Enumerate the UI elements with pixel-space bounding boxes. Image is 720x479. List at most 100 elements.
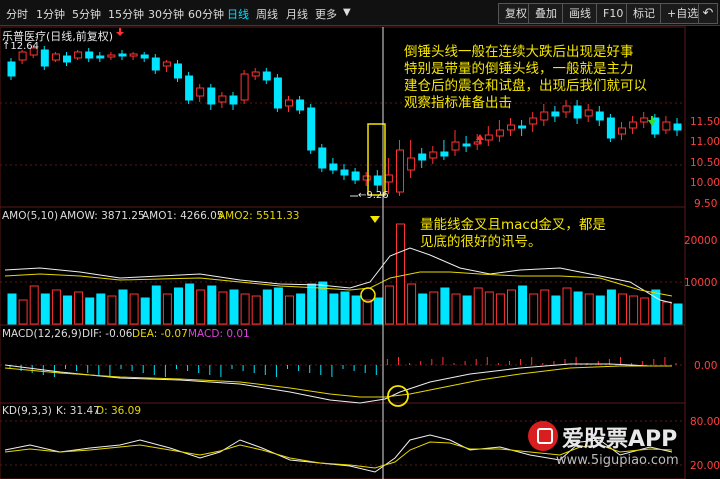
annotation-line: 特别是带量的倒锤头线，一般就是主力 (404, 61, 634, 77)
candle-body (140, 54, 149, 59)
annotation-line: 倒锤头线一般在连续大跌后出现是好事 (404, 44, 634, 60)
price-tick: 10.00 (690, 177, 720, 189)
candle-body (251, 71, 260, 77)
volume-bar (362, 299, 372, 325)
volume-bar (618, 293, 627, 325)
volume-bar (229, 289, 239, 325)
kd-title: KD(9,3,3) (2, 405, 52, 417)
volume-bar (440, 287, 450, 325)
candle-body (7, 61, 16, 77)
volume-bar (384, 285, 394, 325)
volume-bar (551, 295, 561, 325)
kd-tick: 80.00 (690, 416, 720, 428)
brand-logo-mark (537, 428, 553, 444)
dif-value: DIF: -0.06 (82, 328, 133, 340)
candle-body (229, 95, 238, 105)
volume-bar (85, 297, 95, 325)
volume-annotation: 量能线金叉且macd金叉，都是 见底的很好的讯号。 (420, 217, 606, 251)
candle-body (262, 71, 271, 81)
volume-bar (473, 287, 483, 325)
candle-body (551, 111, 560, 117)
macd-tick: 0.00 (694, 360, 717, 372)
amo-tick: 10000 (684, 277, 717, 289)
price-tick: 11.00 (690, 136, 720, 148)
volume-bar (240, 293, 250, 325)
macd-title: MACD(12,26,9) (2, 328, 82, 340)
volume-bar (562, 287, 572, 325)
dea-line (4, 365, 672, 398)
volume-bar (251, 295, 261, 325)
candle-body (273, 77, 282, 109)
candle-body (351, 171, 360, 181)
candle-body (618, 127, 626, 135)
candle-body (518, 125, 527, 129)
candle-body (595, 111, 604, 121)
volume-bar (151, 285, 161, 325)
candle-body (418, 153, 427, 161)
volume-bar (529, 293, 539, 325)
candle-body (529, 117, 538, 125)
candle-body (462, 143, 471, 147)
candle-body (407, 157, 416, 171)
volume-bar (207, 285, 217, 325)
volume-bar (606, 289, 616, 325)
macd-value: MACD: 0.01 (188, 328, 250, 340)
marker-down-icon (370, 216, 380, 223)
volume-bar (29, 285, 39, 325)
candle-body (240, 73, 249, 101)
candle-body (540, 111, 549, 121)
volume-bar (418, 293, 428, 325)
candle-body (151, 57, 160, 71)
candle-body (340, 169, 349, 176)
amo-title: AMO(5,10) (2, 210, 59, 222)
volume-bar (174, 287, 183, 325)
volume-bar (140, 297, 150, 325)
annotation-line: 建仓后的震仓和试盘，出现后我们就可以 (404, 78, 647, 94)
volume-bar (573, 291, 583, 325)
candle-body (40, 49, 49, 67)
volume-bar (7, 293, 17, 325)
volume-bar (540, 289, 550, 325)
candle-body (640, 117, 649, 123)
volume-bar (484, 291, 494, 325)
volume-bar (96, 293, 106, 325)
candle-body (74, 51, 83, 59)
amo-tick: 20000 (684, 235, 717, 247)
candle-body (96, 55, 105, 59)
candle-body (396, 149, 404, 193)
amo2-value: AMO2: 5511.33 (218, 210, 300, 222)
candle-body (296, 99, 305, 111)
volume-bar (329, 293, 339, 325)
candle-body (18, 51, 27, 61)
candle-body (662, 121, 671, 131)
candle-body (362, 175, 371, 181)
watermark-url: www.5igupiao.com (556, 453, 679, 468)
volume-bar (129, 293, 139, 325)
volume-bar (451, 293, 461, 325)
candle-body (85, 51, 94, 59)
dif-line (4, 363, 672, 404)
candle-body (495, 129, 504, 137)
volume-bar (296, 293, 306, 325)
hammer-annotation: 倒锤头线一般在连续大跌后出现是好事 特别是带量的倒锤头线，一般就是主力 建仓后的… (404, 44, 647, 112)
annotation-line: 量能线金叉且macd金叉，都是 (420, 217, 606, 233)
volume-bar (63, 295, 72, 325)
volume-bar (74, 291, 84, 325)
candle-body (51, 53, 60, 61)
candle-body (384, 174, 393, 183)
volume-bar (118, 289, 128, 325)
volume-bar (185, 283, 195, 325)
volume-bar (196, 289, 206, 325)
price-tick: 11.50 (690, 116, 720, 128)
kd-tick: 20.00 (690, 460, 720, 472)
dea-value: DEA: -0.07 (132, 328, 188, 340)
candle-body (673, 123, 682, 131)
candle-body (429, 151, 438, 159)
candle-body (118, 53, 127, 57)
volume-bar (640, 297, 650, 325)
candle-body (129, 53, 138, 57)
low-price-marker: ←9.26 (358, 190, 389, 201)
volume-bar (673, 303, 683, 325)
candle-body (329, 163, 338, 171)
candle-body (162, 61, 171, 67)
